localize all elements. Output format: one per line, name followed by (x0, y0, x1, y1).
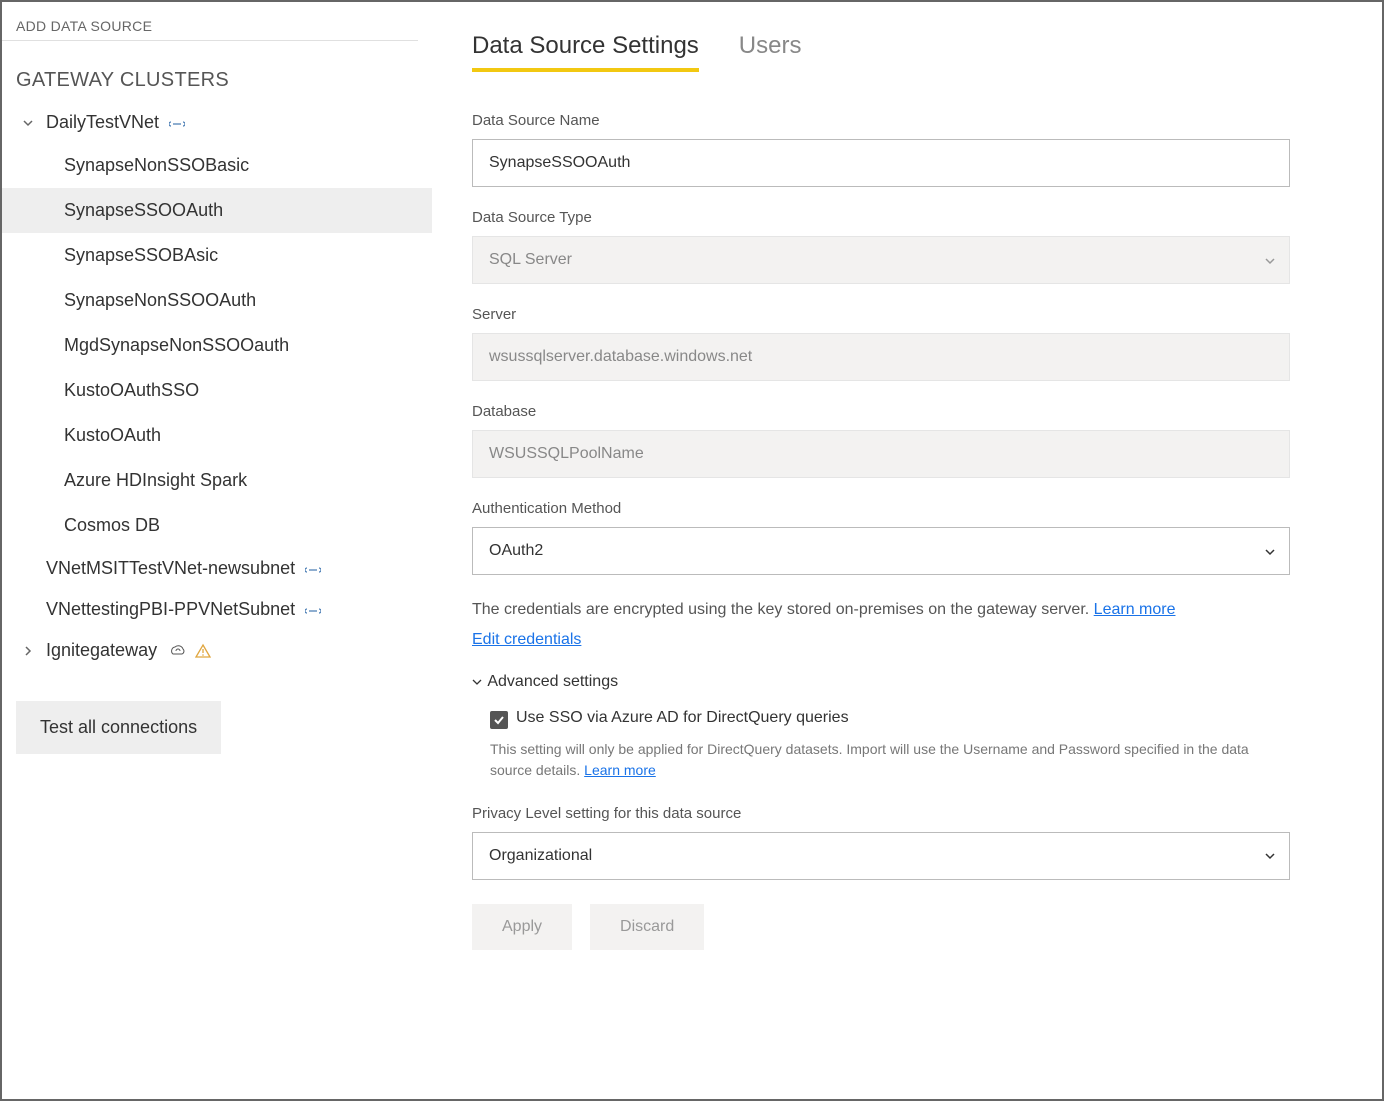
cluster-name: VNetMSITTestVNet-newsubnet (46, 558, 295, 579)
test-connections-button[interactable]: Test all connections (16, 701, 221, 754)
apply-button[interactable]: Apply (472, 904, 572, 950)
learn-more-link-sso[interactable]: Learn more (584, 762, 656, 778)
ds-item-kustooauthsso[interactable]: KustoOAuthSSO (2, 368, 432, 413)
credentials-info-text: The credentials are encrypted using the … (472, 597, 1302, 623)
gateway-clusters-header: GATEWAY CLUSTERS (2, 69, 432, 102)
ds-item-synapsessobasic[interactable]: SynapseSSOBAsic (2, 233, 432, 278)
ds-item-synapsessooauth[interactable]: SynapseSSOOAuth (2, 188, 432, 233)
sso-helper-text: This setting will only be applied for Di… (490, 739, 1280, 781)
auth-method-select[interactable]: OAuth2 (472, 527, 1290, 575)
tab-users[interactable]: Users (739, 32, 802, 72)
server-label: Server (472, 306, 1382, 323)
ds-item-mgdsynapsenonssooauth[interactable]: MgdSynapseNonSSOOauth (2, 323, 432, 368)
edit-credentials-link[interactable]: Edit credentials (472, 631, 581, 649)
data-source-type-select[interactable]: SQL Server (472, 236, 1290, 284)
cluster-dailytestvnet[interactable]: DailyTestVNet (2, 102, 432, 143)
link-icon (305, 602, 321, 618)
sidebar: ADD DATA SOURCE GATEWAY CLUSTERS DailyTe… (2, 2, 432, 1099)
database-label: Database (472, 403, 1382, 420)
auth-method-label: Authentication Method (472, 500, 1382, 517)
ds-item-hdinsight[interactable]: Azure HDInsight Spark (2, 458, 432, 503)
ds-item-synapsenonssobasic[interactable]: SynapseNonSSOBasic (2, 143, 432, 188)
ds-item-kustooauth[interactable]: KustoOAuth (2, 413, 432, 458)
sso-checkbox-label: Use SSO via Azure AD for DirectQuery que… (516, 709, 849, 727)
cluster-name: Ignitegateway (46, 640, 157, 661)
database-input[interactable] (472, 430, 1290, 478)
chevron-right-icon (22, 640, 38, 661)
cluster-vnetmsit[interactable]: VNetMSITTestVNet-newsubnet (2, 548, 432, 589)
tab-bar: Data Source Settings Users (472, 32, 1382, 72)
link-icon (169, 115, 185, 131)
data-source-type-label: Data Source Type (472, 209, 1382, 226)
cluster-name: DailyTestVNet (46, 112, 159, 133)
learn-more-link[interactable]: Learn more (1094, 601, 1176, 618)
chevron-down-icon (22, 112, 38, 133)
cluster-ignitegateway[interactable]: Ignitegateway (2, 630, 432, 671)
privacy-level-select[interactable]: Organizational (472, 832, 1290, 880)
data-source-name-label: Data Source Name (472, 112, 1382, 129)
cloud-sync-icon (167, 640, 187, 661)
advanced-settings-toggle[interactable]: Advanced settings (472, 673, 1382, 691)
discard-button[interactable]: Discard (590, 904, 704, 950)
cluster-name: VNettestingPBI-PPVNetSubnet (46, 599, 295, 620)
link-icon (305, 561, 321, 577)
main-panel: Data Source Settings Users Data Source N… (432, 2, 1382, 1099)
cluster-vnettestingpbi[interactable]: VNettestingPBI-PPVNetSubnet (2, 589, 432, 630)
tab-data-source-settings[interactable]: Data Source Settings (472, 32, 699, 72)
chevron-down-icon (472, 675, 485, 689)
ds-item-cosmosdb[interactable]: Cosmos DB (2, 503, 432, 548)
add-data-source-link[interactable]: ADD DATA SOURCE (2, 12, 418, 41)
privacy-level-label: Privacy Level setting for this data sour… (472, 805, 1382, 822)
sso-checkbox[interactable] (490, 711, 508, 729)
ds-item-synapsenonssooauth[interactable]: SynapseNonSSOOAuth (2, 278, 432, 323)
server-input[interactable] (472, 333, 1290, 381)
data-source-name-input[interactable] (472, 139, 1290, 187)
warning-icon (195, 640, 211, 661)
